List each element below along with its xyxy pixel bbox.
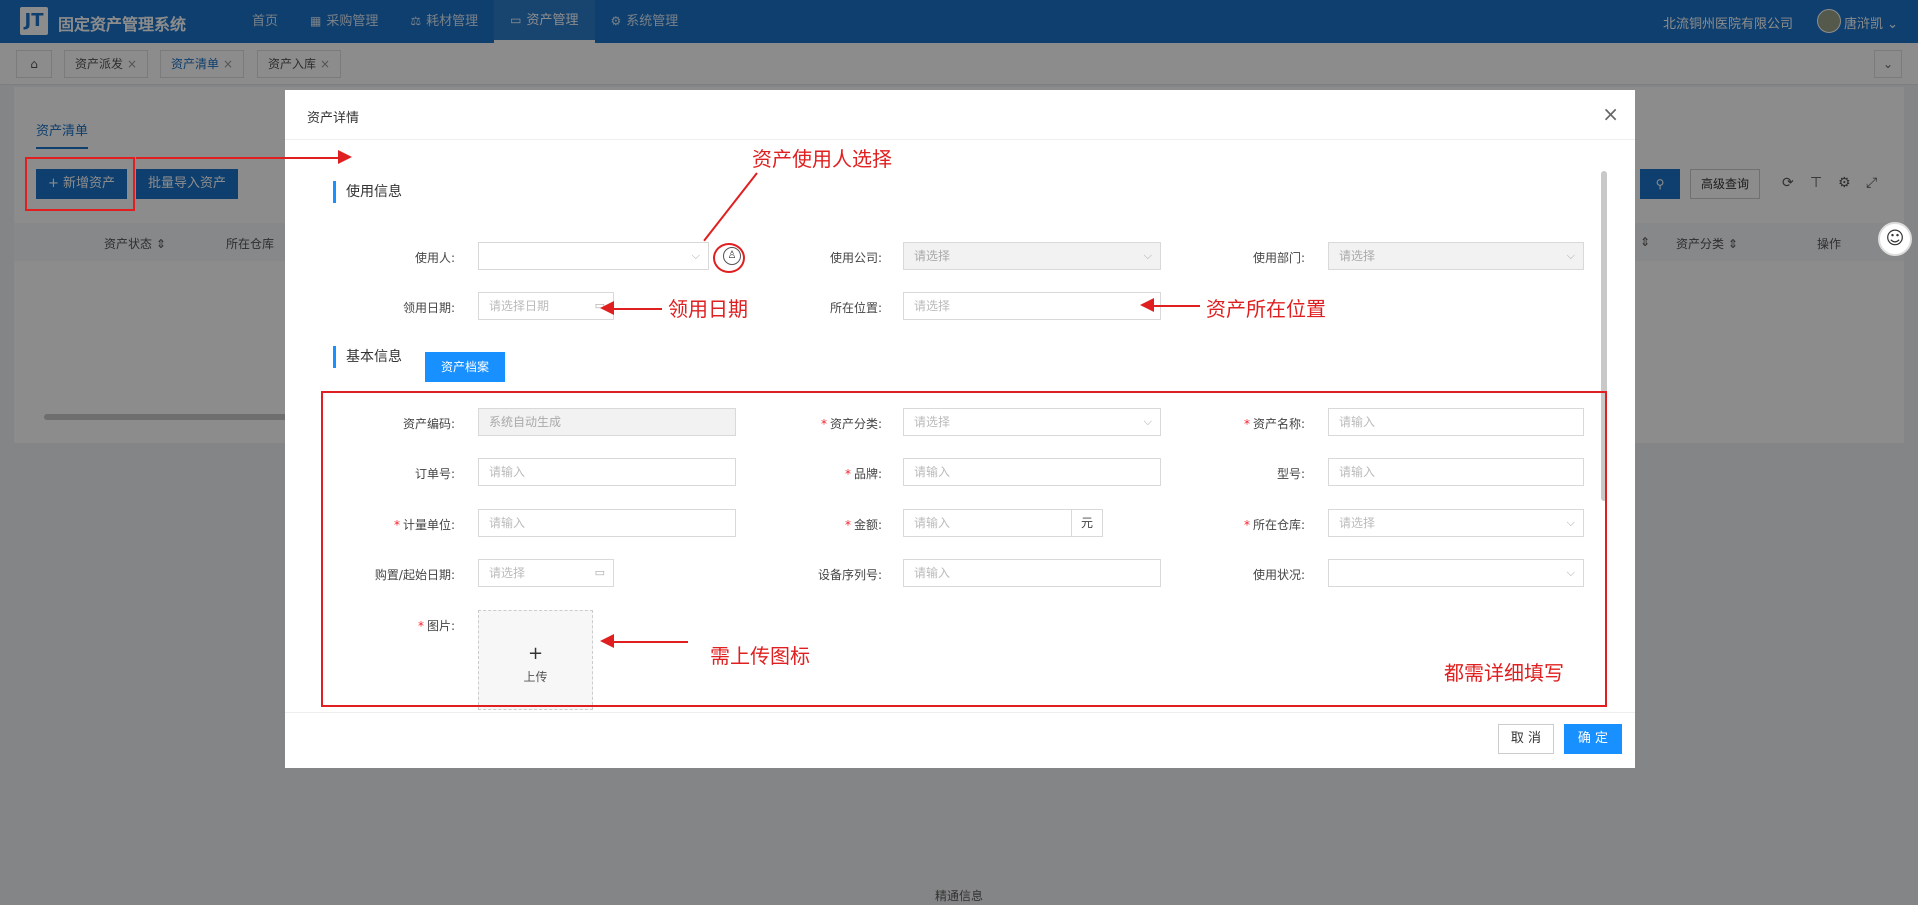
close-icon[interactable]: ×	[1602, 102, 1619, 126]
asset-archive-button[interactable]: 资产档案	[425, 352, 505, 382]
annotation-upload-icon: 需上传图标	[710, 644, 810, 668]
annotation-arrow	[136, 157, 340, 159]
cancel-button[interactable]: 取 消	[1498, 724, 1554, 754]
user-select[interactable]: ⌵	[478, 242, 709, 270]
company-select[interactable]: 请选择 ⌵	[903, 242, 1161, 270]
annotation-fill-all: 都需详细填写	[1444, 661, 1564, 685]
annotation-arrow	[1152, 305, 1200, 307]
user-label: 使用人:	[414, 251, 455, 265]
annotation-arrow-head	[600, 634, 614, 648]
receive-date-placeholder: 请选择日期	[489, 299, 550, 313]
annotation-user-select: 资产使用人选择	[752, 147, 892, 171]
department-select[interactable]: 请选择 ⌵	[1328, 242, 1584, 270]
basic-info-section-title: 基本信息	[333, 346, 402, 368]
location-label: 所在位置:	[829, 301, 882, 315]
annotation-receive-date: 领用日期	[668, 297, 748, 321]
company-label: 使用公司:	[829, 251, 882, 265]
confirm-button[interactable]: 确 定	[1564, 724, 1622, 754]
annotation-circle-user-icon	[713, 243, 745, 273]
department-label: 使用部门:	[1252, 251, 1305, 265]
company-placeholder: 请选择	[914, 249, 951, 263]
annotation-arrow	[613, 641, 688, 643]
annotation-arrow	[612, 308, 662, 310]
annotation-location: 资产所在位置	[1206, 297, 1326, 321]
annotation-box-basic-info	[321, 391, 1607, 707]
modal-title: 资产详情	[307, 111, 360, 126]
annotation-arrow-head	[338, 150, 352, 164]
annotation-arrow-head	[600, 301, 614, 315]
footer-text: 精通信息	[935, 889, 984, 903]
annotation-box-add-button	[25, 157, 135, 211]
usage-info-section-title: 使用信息	[333, 181, 402, 203]
receive-date-label: 领用日期:	[402, 301, 455, 315]
chevron-down-icon: ⌵	[1143, 249, 1152, 262]
modal-header: 资产详情 ×	[285, 90, 1635, 140]
annotation-arrow-head	[1140, 298, 1154, 312]
department-placeholder: 请选择	[1339, 249, 1376, 263]
chevron-down-icon: ⌵	[691, 249, 700, 262]
location-select[interactable]: 请选择	[903, 292, 1161, 320]
modal-footer: 取 消 确 定	[285, 712, 1635, 768]
receive-date-picker[interactable]: 请选择日期 ▭	[478, 292, 614, 320]
location-placeholder: 请选择	[914, 299, 951, 313]
assistant-avatar[interactable]: ☺	[1878, 222, 1912, 256]
chevron-down-icon: ⌵	[1566, 249, 1575, 262]
